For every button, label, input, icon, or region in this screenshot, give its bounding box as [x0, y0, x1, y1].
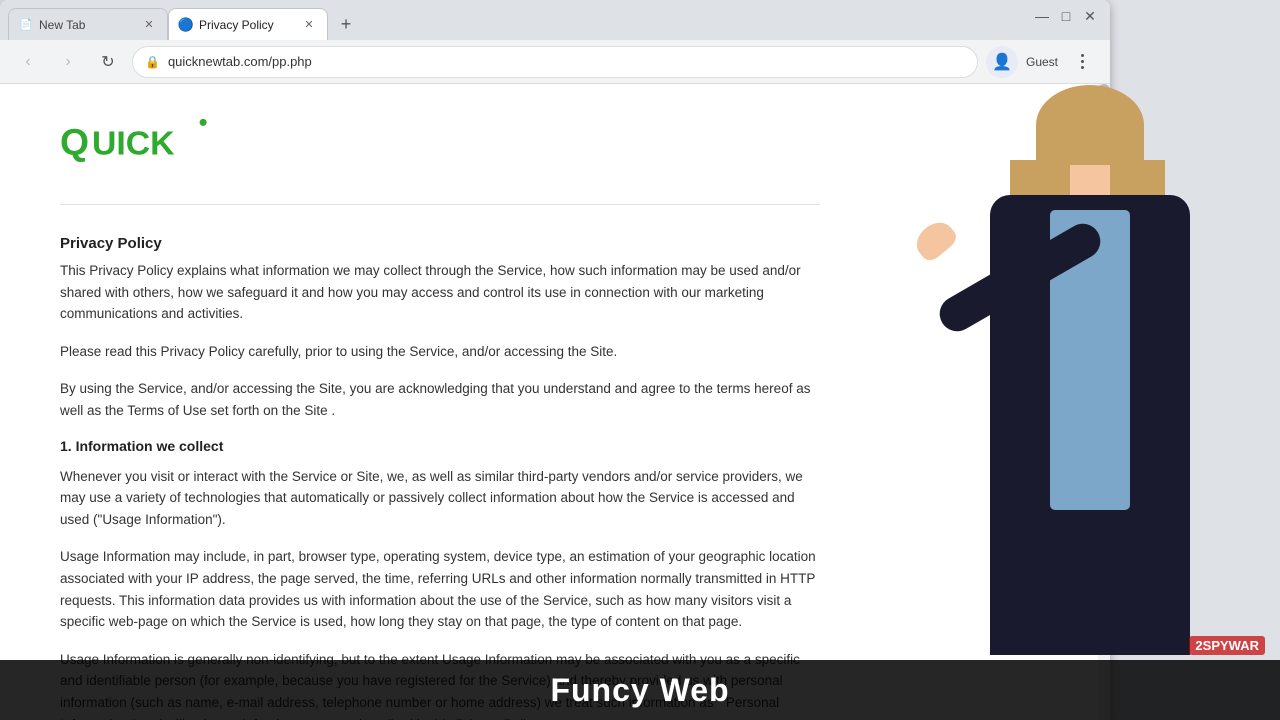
tab-label-1: New Tab: [39, 18, 135, 32]
reload-button[interactable]: ↻: [92, 46, 124, 78]
quick-logo: Q UICK: [60, 114, 220, 169]
scrollbar-thumb[interactable]: [1098, 84, 1110, 134]
nav-bar: ‹ › ↻ 🔒 quicknewtab.com/pp.php 👤 Guest: [0, 40, 1110, 84]
tab-favicon-1: 📄: [19, 18, 33, 32]
profile-button[interactable]: 👤: [986, 46, 1018, 78]
lock-icon: 🔒: [145, 55, 160, 69]
minimize-button[interactable]: —: [1034, 8, 1050, 24]
para4: Usage Information may include, in part, …: [60, 546, 820, 632]
intro-paragraph: This Privacy Policy explains what inform…: [60, 260, 820, 325]
back-button[interactable]: ‹: [12, 46, 44, 78]
address-bar[interactable]: 🔒 quicknewtab.com/pp.php: [132, 46, 978, 78]
menu-dot-3: [1081, 66, 1084, 69]
browser-window: 📄 New Tab ✕ 🔵 Privacy Policy ✕ + —: [0, 0, 1110, 720]
para2: By using the Service, and/or accessing t…: [60, 378, 820, 421]
tab-label-2: Privacy Policy: [199, 18, 295, 32]
bottom-banner: Funcy Web: [0, 660, 1280, 720]
tab-close-2[interactable]: ✕: [301, 17, 317, 33]
person-hair-right: [1110, 160, 1165, 320]
tab-close-1[interactable]: ✕: [141, 17, 157, 33]
svg-text:UICK: UICK: [92, 124, 175, 162]
profile-icon: 👤: [992, 52, 1012, 72]
forward-icon: ›: [65, 53, 70, 71]
menu-dot-2: [1081, 60, 1084, 63]
svg-text:Q: Q: [60, 120, 89, 162]
banner-text: Funcy Web: [550, 672, 729, 709]
tab-new-tab[interactable]: 📄 New Tab ✕: [8, 8, 168, 40]
reload-icon: ↻: [101, 52, 114, 72]
menu-dot-1: [1081, 54, 1084, 57]
section1-heading: 1. Information we collect: [60, 438, 820, 454]
browser-menu-button[interactable]: [1066, 46, 1098, 78]
back-icon: ‹: [25, 53, 30, 71]
forward-button[interactable]: ›: [52, 46, 84, 78]
para3: Whenever you visit or interact with the …: [60, 466, 820, 531]
watermark: 2SPYWAR: [1189, 636, 1265, 655]
window-controls: — □ ✕: [1034, 8, 1098, 24]
title-bar: 📄 New Tab ✕ 🔵 Privacy Policy ✕ + —: [0, 0, 1110, 40]
page-heading: Privacy Policy: [60, 235, 820, 252]
url-text: quicknewtab.com/pp.php: [168, 54, 965, 69]
logo-container: Q UICK: [60, 114, 1050, 174]
content-area: Privacy Policy This Privacy Policy expla…: [60, 235, 820, 720]
maximize-button[interactable]: □: [1058, 8, 1074, 24]
tab-favicon-2: 🔵: [179, 18, 193, 32]
para1: Please read this Privacy Policy carefull…: [60, 341, 820, 363]
tabs-row: 📄 New Tab ✕ 🔵 Privacy Policy ✕ +: [0, 0, 360, 40]
profile-label: Guest: [1026, 55, 1058, 69]
scrollbar-track[interactable]: [1098, 84, 1110, 720]
page-content[interactable]: Q UICK Privacy Policy This Privacy Polic…: [0, 84, 1110, 720]
tab-privacy-policy[interactable]: 🔵 Privacy Policy ✕: [168, 8, 328, 40]
close-button[interactable]: ✕: [1082, 8, 1098, 24]
divider: [60, 204, 820, 205]
new-tab-button[interactable]: +: [332, 10, 360, 38]
desktop: 📄 New Tab ✕ 🔵 Privacy Policy ✕ + —: [0, 0, 1280, 720]
